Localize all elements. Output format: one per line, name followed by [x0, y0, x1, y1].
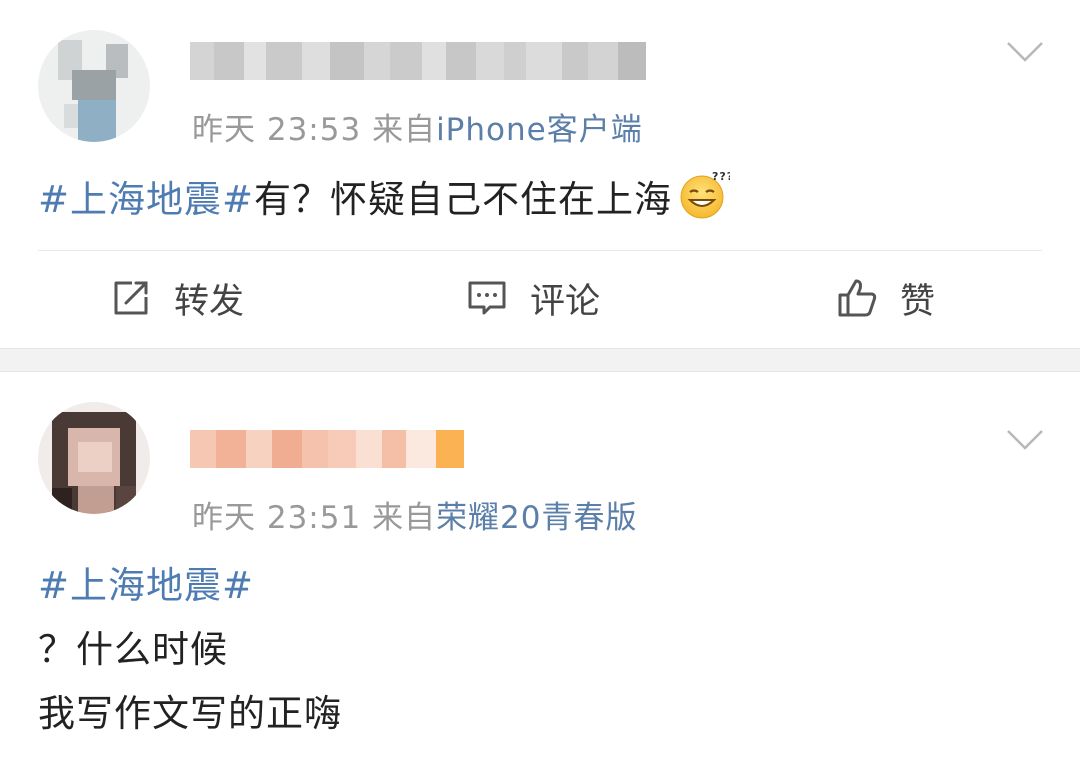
- repost-icon: [114, 281, 148, 315]
- svg-text:???: ???: [712, 170, 730, 183]
- post-meta: 昨天 23:53 来自iPhone客户端: [192, 104, 643, 149]
- hashtag-link[interactable]: #上海地震#: [38, 564, 254, 607]
- post-meta: 昨天 23:51 来自荣耀20青春版: [192, 492, 638, 537]
- post-text-line-2: 我写作文写的正嗨: [38, 692, 342, 735]
- like-button[interactable]: 赞: [836, 270, 935, 326]
- divider: [38, 250, 1042, 251]
- from-prefix: 来自: [372, 500, 437, 536]
- repost-label: 转发: [174, 281, 245, 322]
- post-text-line-1: ？什么时候: [38, 628, 228, 671]
- post-time: 昨天 23:51: [192, 500, 362, 536]
- comment-button[interactable]: 评论: [466, 270, 600, 326]
- username-blurred[interactable]: [190, 42, 646, 80]
- username-blurred[interactable]: [190, 430, 464, 468]
- comment-icon: [468, 281, 506, 315]
- hashtag-link[interactable]: #上海地震#: [38, 178, 254, 221]
- post-time: 昨天 23:53: [192, 112, 362, 148]
- post-text: 有？怀疑自己不住在上海: [254, 178, 673, 221]
- thinking-grin-emoji-icon: ???: [680, 170, 730, 219]
- like-label: 赞: [900, 281, 936, 322]
- from-prefix: 来自: [372, 112, 437, 148]
- comment-label: 评论: [530, 281, 601, 322]
- post-source[interactable]: 荣耀20青春版: [436, 500, 637, 536]
- thumbs-up-icon: [838, 279, 877, 317]
- post-card-2: 昨天 23:51 来自荣耀20青春版 #上海地震# ？什么时候 我写作文写的正嗨: [0, 372, 1080, 765]
- post-content: #上海地震# ？什么时候 我写作文写的正嗨: [38, 554, 342, 746]
- post-content: #上海地震#有？怀疑自己不住在上海 ???: [38, 168, 730, 232]
- repost-button[interactable]: 转发: [110, 270, 244, 326]
- action-bar: 转发 评论 赞: [0, 270, 1080, 326]
- chevron-down-icon[interactable]: [1006, 40, 1044, 64]
- chevron-down-icon[interactable]: [1006, 428, 1044, 452]
- post-card-1: 昨天 23:53 来自iPhone客户端 #上海地震#有？怀疑自己不住在上海 ?…: [0, 0, 1080, 348]
- avatar[interactable]: [38, 30, 150, 142]
- post-separator: [0, 348, 1080, 372]
- avatar[interactable]: [38, 402, 150, 514]
- post-source[interactable]: iPhone客户端: [436, 112, 643, 148]
